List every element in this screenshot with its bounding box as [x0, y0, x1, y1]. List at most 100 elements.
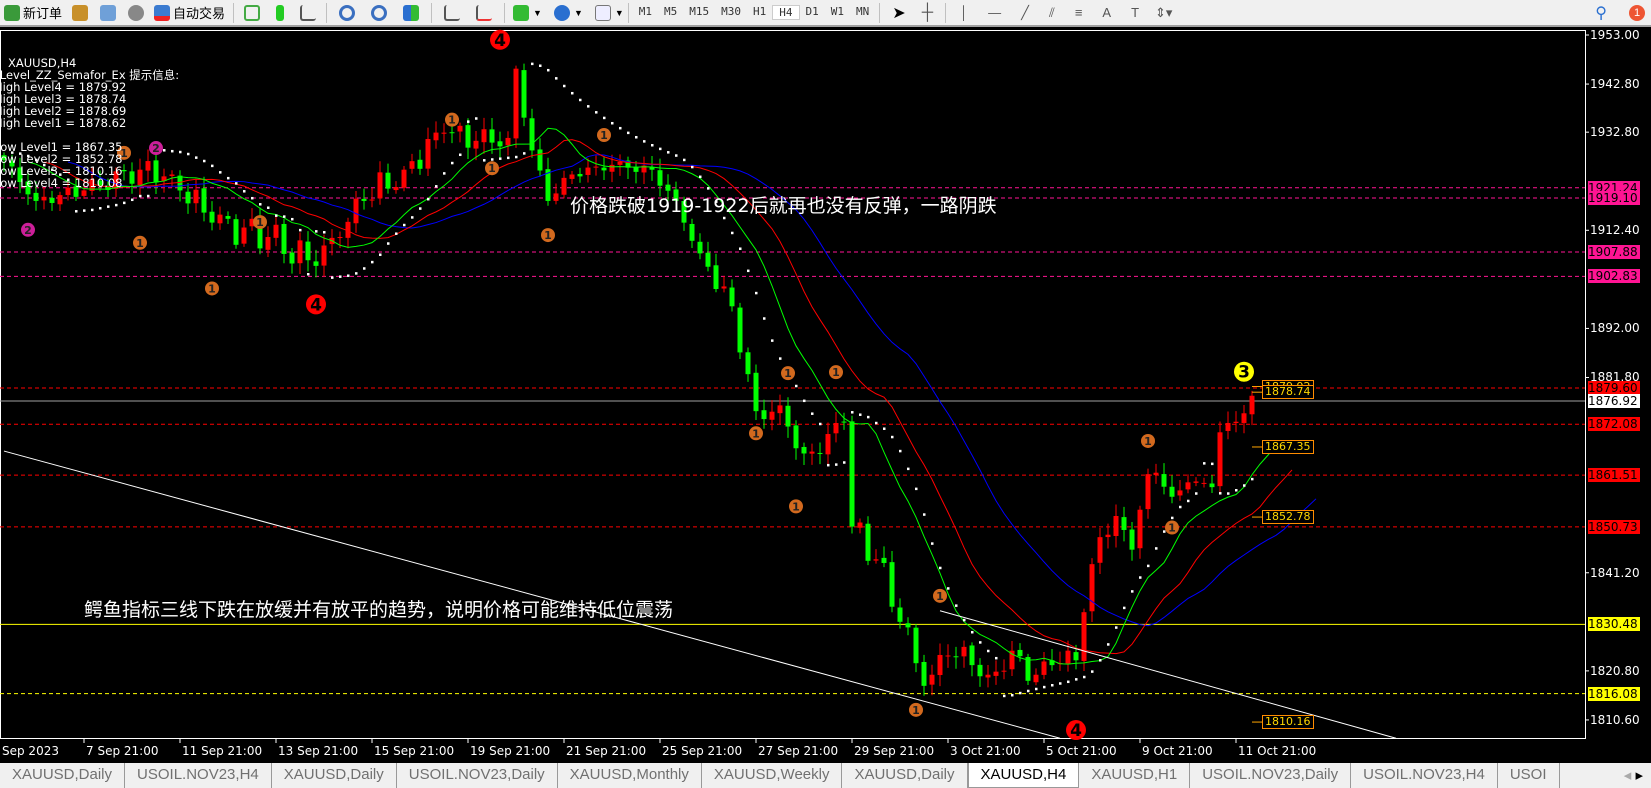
toolbar-divider: [627, 2, 629, 23]
market-watch-icon[interactable]: [100, 4, 117, 21]
notification-badge[interactable]: 1: [1629, 4, 1645, 21]
zoom-out-icon[interactable]: [371, 4, 388, 21]
timeframe-h1[interactable]: H1: [747, 5, 772, 20]
chart-tab[interactable]: XAUUSD,Daily: [272, 763, 397, 788]
timeframe-m5[interactable]: M5: [658, 5, 683, 20]
candle-body: [817, 452, 823, 454]
indicators-icon[interactable]: [513, 4, 530, 21]
price-level-box: 1872.08: [1588, 417, 1640, 432]
tile-windows-icon[interactable]: [403, 4, 420, 21]
candle-body: [385, 172, 391, 189]
periods-clock-icon[interactable]: [553, 4, 570, 21]
chart-tab[interactable]: USOIL.NOV23,H4: [1351, 763, 1498, 788]
psar-dot: [227, 176, 230, 180]
chart-tab[interactable]: XAUUSD,Monthly: [558, 763, 702, 788]
text-icon[interactable]: A: [1102, 5, 1111, 20]
candle-body: [273, 224, 279, 238]
candle-body: [521, 70, 527, 118]
trendline-icon[interactable]: ╱: [1021, 5, 1029, 21]
chart-tab[interactable]: USOIL.NOV23,Daily: [1190, 763, 1352, 788]
auto-scroll-icon[interactable]: [444, 4, 461, 21]
psar-dot: [1059, 682, 1062, 685]
candle-body: [1105, 534, 1111, 538]
candle-body: [489, 129, 495, 143]
time-tick-label: 19 Sep 21:00: [470, 744, 551, 758]
price-level-box: 1816.08: [1588, 686, 1640, 701]
chart-tab[interactable]: XAUUSD,Weekly: [702, 763, 843, 788]
candle-body: [1089, 564, 1095, 612]
chart-tab[interactable]: USOIL.NOV23,Daily: [397, 763, 558, 788]
equidistant-channel-icon[interactable]: ⫽: [1049, 5, 1055, 21]
candle-body: [737, 307, 743, 353]
timeframe-d1[interactable]: D1: [800, 5, 825, 20]
chart-shift-icon[interactable]: [476, 4, 493, 21]
price-level-box: 1850.73: [1588, 519, 1640, 534]
psar-dot: [563, 84, 566, 88]
search-icon[interactable]: ⚲: [1595, 3, 1607, 23]
scroll-right-icon[interactable]: ▸: [1635, 767, 1643, 784]
psar-dot: [779, 357, 782, 360]
line-chart-icon[interactable]: [300, 4, 317, 21]
price-tick-label: 1892.00: [1590, 321, 1640, 336]
zoom-in-icon[interactable]: [339, 4, 356, 21]
auto-trading-button[interactable]: 自动交易: [150, 1, 229, 25]
history-center-icon[interactable]: [72, 4, 89, 21]
psar-dot: [1091, 670, 1094, 673]
candle-body: [1209, 483, 1215, 488]
candle-body: [561, 177, 567, 195]
psar-dot: [499, 157, 502, 160]
psar-dot: [843, 461, 846, 464]
tab-scroll-arrows[interactable]: ◂ ▸: [1616, 763, 1651, 788]
price-chart[interactable]: 4443221111111111111111 XAUUSD,H4 _Level_Z…: [0, 27, 1651, 763]
semafor-marker-label: 1: [752, 427, 760, 440]
cursor-icon[interactable]: ➤: [892, 3, 905, 23]
chart-tab[interactable]: XAUUSD,Daily: [0, 763, 126, 788]
chart-tab[interactable]: XAUUSD,Daily: [842, 763, 968, 788]
new-order-button[interactable]: 新订单: [0, 1, 66, 25]
candle-body: [193, 189, 199, 204]
chart-tab[interactable]: XAUUSD,H4: [967, 763, 1080, 788]
candle-body: [465, 125, 471, 148]
candle-body: [921, 661, 927, 686]
psar-dot: [731, 231, 734, 235]
fibonacci-icon[interactable]: ≡: [1075, 5, 1083, 20]
psar-dot: [355, 272, 358, 275]
psar-dot: [235, 182, 238, 185]
psar-dot: [483, 159, 486, 162]
vertical-line-icon[interactable]: │: [960, 5, 968, 20]
psar-dot: [1187, 499, 1190, 503]
price-tick-label: 1810.60: [1590, 712, 1640, 727]
candle-body: [353, 198, 359, 224]
timeframe-m1[interactable]: M1: [633, 5, 658, 20]
timeframe-m30[interactable]: M30: [715, 5, 747, 20]
chart-tab[interactable]: XAUUSD,H1: [1079, 763, 1191, 788]
crosshair-icon[interactable]: ┼: [922, 4, 933, 22]
psar-dot: [627, 131, 630, 135]
chevron-down-icon[interactable]: ▼: [533, 8, 542, 18]
psar-dot: [547, 68, 550, 72]
timeframe-mn[interactable]: MN: [850, 5, 875, 20]
text-label-icon[interactable]: T: [1131, 5, 1139, 20]
horizontal-line-icon[interactable]: —: [988, 5, 1001, 20]
arrows-icon[interactable]: ⇕▾: [1155, 5, 1172, 21]
signals-icon[interactable]: [128, 4, 145, 21]
templates-icon[interactable]: [594, 4, 611, 21]
timeframe-h4[interactable]: H4: [772, 5, 800, 20]
psar-dot: [963, 618, 966, 622]
scroll-left-icon[interactable]: ◂: [1624, 767, 1632, 784]
candlestick-chart-icon[interactable]: [276, 4, 285, 21]
bar-chart-icon[interactable]: [244, 4, 261, 21]
semafor-marker-label: 1: [448, 114, 456, 127]
timeframe-w1[interactable]: W1: [825, 5, 850, 20]
toolbar-divider: [233, 2, 235, 23]
chevron-down-icon[interactable]: ▼: [574, 8, 583, 18]
chart-tab[interactable]: USOIL.NOV23,H4: [125, 763, 272, 788]
psar-dot: [379, 253, 382, 256]
candle-body: [729, 287, 735, 307]
chart-tabs: XAUUSD,Daily USOIL.NOV23,H4 XAUUSD,Daily US…: [0, 763, 1651, 788]
chevron-down-icon[interactable]: ▼: [615, 8, 624, 18]
psar-dot: [1099, 659, 1102, 662]
psar-dot: [347, 274, 350, 277]
timeframe-m15[interactable]: M15: [683, 5, 715, 20]
chart-tab[interactable]: USOI: [1498, 763, 1560, 788]
